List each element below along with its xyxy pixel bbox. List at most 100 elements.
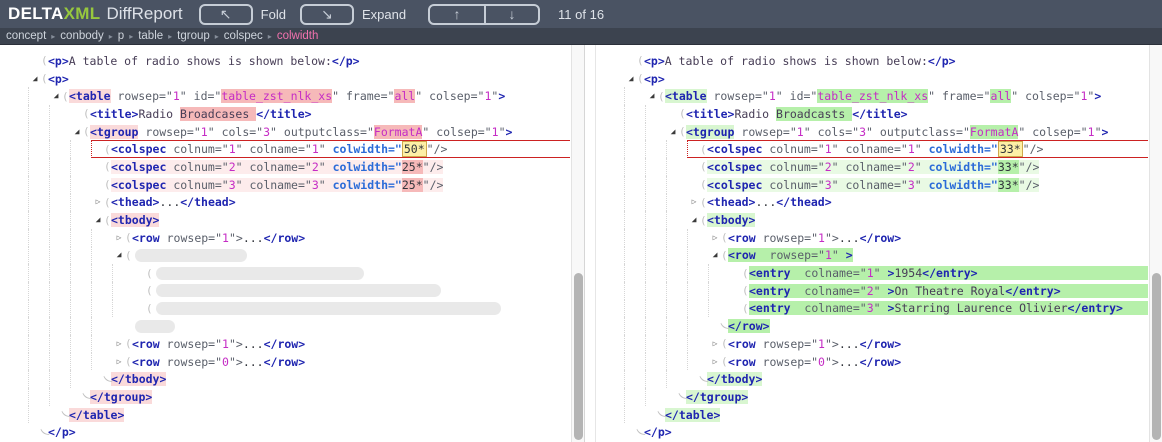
expanded-node-icon[interactable]: ◢: [667, 128, 679, 136]
fold-handle-icon[interactable]: (: [125, 231, 132, 244]
folded-content-placeholder: [156, 302, 501, 315]
code-line: ◢(<tgroup rowsep="1" cols="3" outputclas…: [624, 123, 1148, 141]
code-text: </table>: [69, 408, 124, 422]
fold-handle-icon[interactable]: (: [62, 90, 69, 103]
expanded-node-icon[interactable]: ◢: [646, 92, 658, 100]
fold-handle-icon[interactable]: (: [637, 72, 644, 85]
code-line: (<colspec colnum="2" colname="2" colwidt…: [28, 158, 570, 176]
code-token: " colname=": [236, 160, 312, 174]
fold-handle-icon[interactable]: (: [700, 196, 707, 209]
left-pane-scrollbar[interactable]: [571, 45, 584, 442]
breadcrumb-separator-icon: ▸: [109, 32, 113, 41]
down-arrow-icon: ↓: [509, 6, 516, 22]
indent-guide: [28, 140, 49, 158]
collapsed-node-icon[interactable]: ▷: [113, 234, 125, 242]
code-line: (: [28, 264, 570, 282]
expand-button[interactable]: ↘: [300, 4, 354, 25]
expanded-node-icon[interactable]: ◢: [709, 251, 721, 259]
fold-handle-icon[interactable]: (: [700, 178, 707, 191]
folded-content-placeholder: [135, 249, 247, 262]
fold-handle-icon[interactable]: (: [41, 72, 48, 85]
fold-handle-icon[interactable]: (: [104, 214, 111, 227]
indent-guide: [645, 335, 666, 353]
previous-diff-button[interactable]: ↑: [430, 6, 484, 23]
line-content: (<colspec colnum="1" colname="1" colwidt…: [91, 140, 570, 158]
fold-handle-icon[interactable]: (: [104, 178, 111, 191]
breadcrumb-item[interactable]: colspec: [224, 30, 263, 42]
fold-button[interactable]: ↖: [199, 4, 253, 25]
fold-handle-icon[interactable]: (: [125, 337, 132, 350]
collapsed-node-icon[interactable]: ▷: [709, 358, 721, 366]
fold-handle-icon[interactable]: (: [125, 355, 132, 368]
code-line: ◢(<tbody>: [624, 211, 1148, 229]
code-token: " outputclass=": [270, 125, 374, 139]
breadcrumb-item[interactable]: table: [138, 30, 163, 42]
collapsed-node-icon[interactable]: ▷: [113, 340, 125, 348]
fold-handle-icon[interactable]: (: [700, 143, 707, 156]
indent-guide: [645, 282, 666, 300]
fold-handle-icon[interactable]: (: [637, 54, 644, 67]
code-line: (: [28, 300, 570, 318]
code-token: 3: [908, 178, 915, 192]
fold-handle-icon[interactable]: (: [721, 249, 728, 262]
collapsed-node-icon[interactable]: ▷: [113, 358, 125, 366]
collapsed-node-icon[interactable]: ▷: [92, 198, 104, 206]
fold-handle-icon[interactable]: (: [700, 214, 707, 227]
fold-handle-icon[interactable]: (: [742, 267, 749, 280]
next-diff-button[interactable]: ↓: [484, 6, 538, 23]
code-token: 3: [263, 125, 270, 139]
fold-handle-icon[interactable]: (: [83, 125, 90, 138]
fold-handle-icon[interactable]: (: [679, 107, 686, 120]
line-content: (<p>A table of radio shows is shown belo…: [28, 52, 570, 70]
line-content: ▷(<thead>...</thead>: [91, 194, 570, 212]
breadcrumb-item[interactable]: tgroup: [177, 30, 210, 42]
breadcrumb-current[interactable]: colwidth: [277, 30, 319, 42]
fold-handle-icon[interactable]: (: [742, 302, 749, 315]
fold-handle-icon[interactable]: (: [104, 160, 111, 173]
fold-handle-icon[interactable]: (: [721, 337, 728, 350]
code-text: </tgroup>: [686, 390, 748, 404]
code-line: (</tgroup>: [28, 388, 570, 406]
breadcrumb-item[interactable]: conbody: [60, 30, 103, 42]
expanded-node-icon[interactable]: ◢: [625, 75, 637, 83]
breadcrumb-item[interactable]: concept: [6, 30, 46, 42]
expanded-node-icon[interactable]: ◢: [92, 216, 104, 224]
fold-handle-icon[interactable]: (: [146, 302, 153, 315]
expanded-node-icon[interactable]: ◢: [688, 216, 700, 224]
fold-handle-icon[interactable]: (: [721, 355, 728, 368]
line-content: ▷(<row rowsep="0">...</row>: [708, 353, 1148, 371]
expanded-node-icon[interactable]: ◢: [50, 92, 62, 100]
left-scrollbar-thumb[interactable]: [574, 273, 583, 440]
fold-handle-icon[interactable]: (: [104, 143, 111, 156]
right-pane-scrollbar[interactable]: [1149, 45, 1162, 442]
fold-handle-icon[interactable]: (: [146, 284, 153, 297]
fold-handle-icon[interactable]: (: [104, 196, 111, 209]
fold-handle-icon[interactable]: (: [41, 54, 48, 67]
expanded-node-icon[interactable]: ◢: [71, 128, 83, 136]
line-content: [112, 317, 570, 335]
app-title: DiffReport: [106, 4, 182, 24]
expanded-node-icon[interactable]: ◢: [29, 75, 41, 83]
line-content: (: [133, 300, 570, 318]
fold-handle-icon[interactable]: (: [679, 125, 686, 138]
fold-handle-icon[interactable]: (: [742, 284, 749, 297]
fold-handle-icon[interactable]: (: [146, 267, 153, 280]
code-token: </p>: [928, 54, 956, 68]
folded-content-placeholder: [135, 320, 175, 333]
indent-guide: [624, 388, 645, 406]
breadcrumb-item[interactable]: p: [118, 30, 124, 42]
expanded-node-icon[interactable]: ◢: [113, 251, 125, 259]
collapsed-node-icon[interactable]: ▷: [709, 340, 721, 348]
collapsed-node-icon[interactable]: ▷: [709, 234, 721, 242]
fold-handle-icon[interactable]: (: [721, 231, 728, 244]
code-token: "/>: [1023, 142, 1044, 156]
fold-handle-icon[interactable]: (: [125, 249, 132, 262]
line-content: (</table>: [49, 406, 570, 424]
fold-handle-icon[interactable]: (: [658, 90, 665, 103]
line-content: (</row>: [708, 317, 1148, 335]
fold-handle-icon[interactable]: (: [700, 160, 707, 173]
right-scrollbar-thumb[interactable]: [1152, 273, 1161, 440]
fold-handle-icon[interactable]: (: [83, 107, 90, 120]
collapsed-node-icon[interactable]: ▷: [688, 198, 700, 206]
code-text: <thead>...</thead>: [707, 195, 832, 209]
